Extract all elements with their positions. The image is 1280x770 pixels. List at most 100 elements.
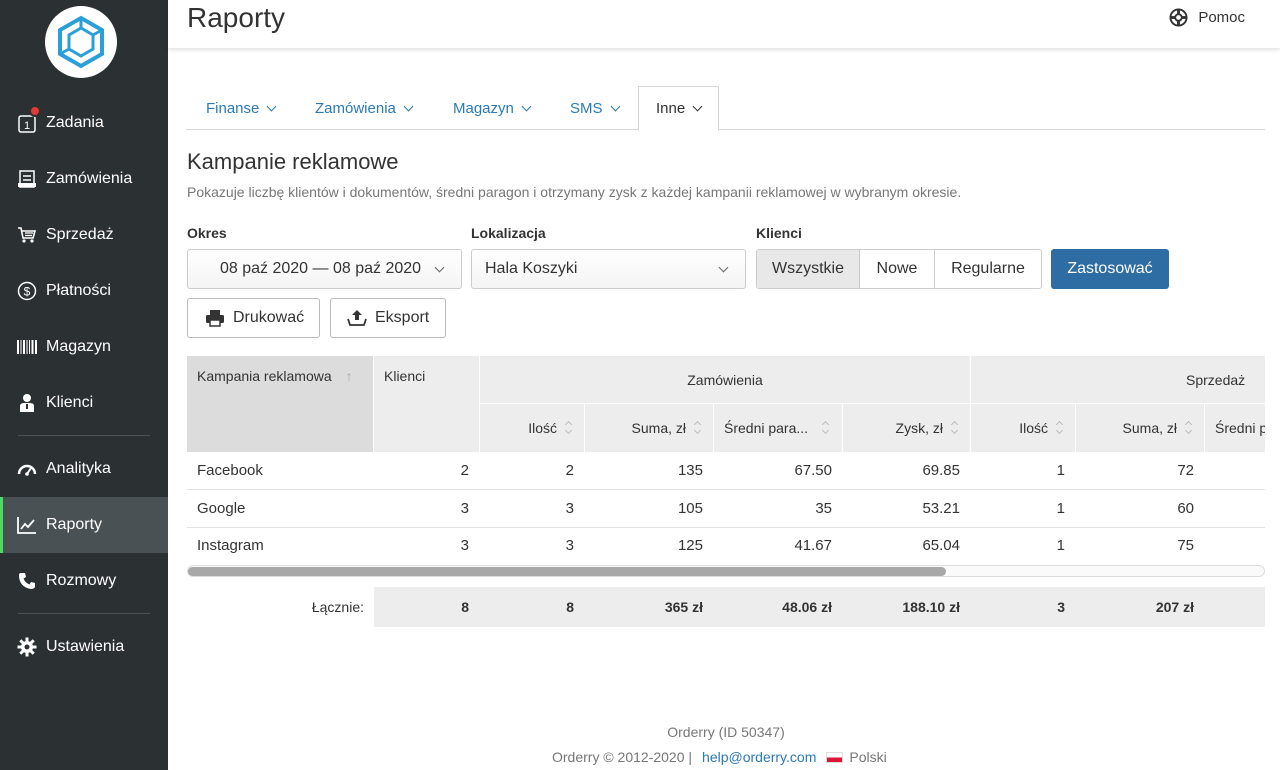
svg-text:$: $ (24, 285, 31, 299)
column-header-label: Suma, zł (631, 420, 686, 436)
cell-sales-qty: 1 (1056, 500, 1065, 517)
chevron-down-icon (434, 262, 445, 273)
sidebar-item-klienci[interactable]: Klienci (0, 375, 168, 431)
clients-option-regular[interactable]: Regularne (935, 250, 1041, 288)
gear-icon (17, 637, 37, 657)
logo[interactable] (45, 6, 117, 78)
sidebar-item-analityka[interactable]: Analityka (0, 441, 168, 497)
campaigns-table: Kampania reklamowa ↑ Klienci Zamówienia … (187, 356, 1265, 576)
column-header-orders-avg[interactable]: Średni para... (714, 404, 842, 452)
column-header-campaign[interactable]: Kampania reklamowa ↑ (187, 356, 373, 452)
column-header-label: Średni para... (724, 420, 809, 436)
export-icon (347, 309, 367, 327)
total-orders-sum: 365 zł (664, 599, 703, 615)
cell-clients: 3 (460, 537, 469, 554)
column-header-sales-qty[interactable]: Ilość (971, 404, 1075, 452)
sidebar-item-label: Płatności (46, 282, 111, 299)
sidebar-item-magazyn[interactable]: Magazyn (0, 319, 168, 375)
group-header-sales: Sprzedaż (971, 356, 1265, 403)
chevron-down-icon (403, 101, 414, 111)
group-header-orders: Zamówienia (480, 356, 970, 403)
cell-clients: 2 (460, 462, 469, 479)
sort-icon (565, 422, 574, 434)
page-title: Raporty (187, 2, 286, 33)
location-label: Lokalizacja (471, 225, 546, 241)
poland-flag-icon (826, 751, 844, 763)
scrollbar-thumb[interactable] (188, 567, 946, 576)
sidebar-divider (18, 435, 150, 436)
sidebar-item-zamowienia[interactable]: Zamówienia (0, 151, 168, 207)
report-description: Pokazuje liczbę klientów i dokumentów, ś… (187, 184, 962, 200)
cell-orders-sum: 125 (677, 537, 703, 554)
location-value: Hala Koszyki (485, 260, 578, 277)
clients-segmented-control: Wszystkie Nowe Regularne (756, 249, 1042, 289)
total-clients: 8 (461, 599, 469, 615)
column-header-label: Klienci (384, 368, 426, 384)
sidebar-item-label: Ustawienia (46, 638, 125, 655)
export-label: Eksport (375, 309, 430, 326)
lifebuoy-icon (1169, 8, 1188, 27)
column-header-orders-profit[interactable]: Zysk, zł (843, 404, 970, 452)
print-button[interactable]: Drukować (187, 298, 320, 338)
cell-sales-sum: 60 (1177, 500, 1194, 517)
table-horizontal-scrollbar[interactable] (187, 565, 1265, 577)
column-header-orders-qty[interactable]: Ilość (480, 404, 584, 452)
sidebar-item-sprzedaz[interactable]: Sprzedaż (0, 207, 168, 263)
user-icon (17, 393, 37, 413)
help-link[interactable]: Pomoc (1169, 8, 1245, 27)
report-title: Kampanie reklamowe (187, 149, 399, 174)
column-header-sales-avg[interactable]: Średni p (1205, 404, 1265, 452)
column-header-label: Kampania reklamowa (197, 368, 332, 384)
cell-clients: 3 (460, 500, 469, 517)
chevron-down-icon (692, 101, 703, 112)
period-select[interactable]: 08 paź 2020 — 08 paź 2020 (187, 249, 462, 289)
cell-orders-profit: 53.21 (922, 500, 960, 517)
chevron-down-icon (610, 101, 620, 111)
language-switch[interactable]: Polski (849, 749, 886, 765)
total-orders-avg: 48.06 zł (782, 599, 832, 615)
column-header-label: Suma, zł (1122, 420, 1177, 436)
apply-button[interactable]: Zastosować (1051, 249, 1169, 289)
cell-orders-profit: 65.04 (922, 537, 960, 554)
column-header-orders-sum[interactable]: Suma, zł (585, 404, 713, 452)
tab-finanse[interactable]: Finanse (206, 86, 277, 130)
tab-zamowienia[interactable]: Zamówienia (315, 86, 414, 130)
location-select[interactable]: Hala Koszyki (471, 249, 746, 289)
export-button[interactable]: Eksport (330, 298, 446, 338)
chevron-down-icon (521, 101, 532, 111)
clients-option-new[interactable]: Nowe (860, 250, 935, 288)
column-header-label: Ilość (1019, 420, 1048, 436)
column-header-clients[interactable]: Klienci (374, 356, 479, 452)
sidebar-item-label: Raporty (46, 516, 103, 533)
column-header-label: Ilość (528, 420, 557, 436)
sidebar-item-label: Klienci (46, 394, 94, 411)
column-header-sales-sum[interactable]: Suma, zł (1076, 404, 1204, 452)
sidebar-item-platnosci[interactable]: $ Płatności (0, 263, 168, 319)
tab-label: Magazyn (453, 99, 514, 117)
sidebar-item-label: Sprzedaż (46, 226, 114, 243)
sidebar-item-rozmowy[interactable]: Rozmowy (0, 553, 168, 609)
column-header-label: Zysk, zł (895, 420, 943, 436)
sidebar: 1 Zadania Zamówienia Sprzedaż $ Płatnośc… (0, 0, 168, 770)
help-label: Pomoc (1198, 9, 1245, 26)
help-email-link[interactable]: help@orderry.com (702, 749, 816, 765)
tab-magazyn[interactable]: Magazyn (453, 86, 532, 130)
sidebar-item-raporty[interactable]: Raporty (0, 497, 168, 553)
cell-campaign: Instagram (197, 537, 264, 554)
sidebar-item-zadania[interactable]: 1 Zadania (0, 95, 168, 151)
chevron-down-icon (718, 262, 729, 273)
cell-orders-avg: 41.67 (794, 537, 832, 554)
tab-sms[interactable]: SMS (570, 86, 620, 130)
gauge-icon (17, 459, 37, 479)
cell-sales-sum: 75 (1177, 537, 1194, 554)
tab-inne[interactable]: Inne (638, 86, 720, 131)
group-header-label: Zamówienia (687, 371, 763, 388)
group-header-label: Sprzedaż (1186, 371, 1246, 388)
clients-option-all[interactable]: Wszystkie (757, 250, 860, 288)
sidebar-item-ustawienia[interactable]: Ustawienia (0, 619, 168, 675)
period-label: Okres (187, 225, 227, 241)
notification-badge (29, 105, 41, 117)
cell-campaign: Google (197, 500, 246, 517)
sidebar-item-label: Zamówienia (46, 170, 133, 187)
cell-orders-sum: 135 (677, 462, 703, 479)
